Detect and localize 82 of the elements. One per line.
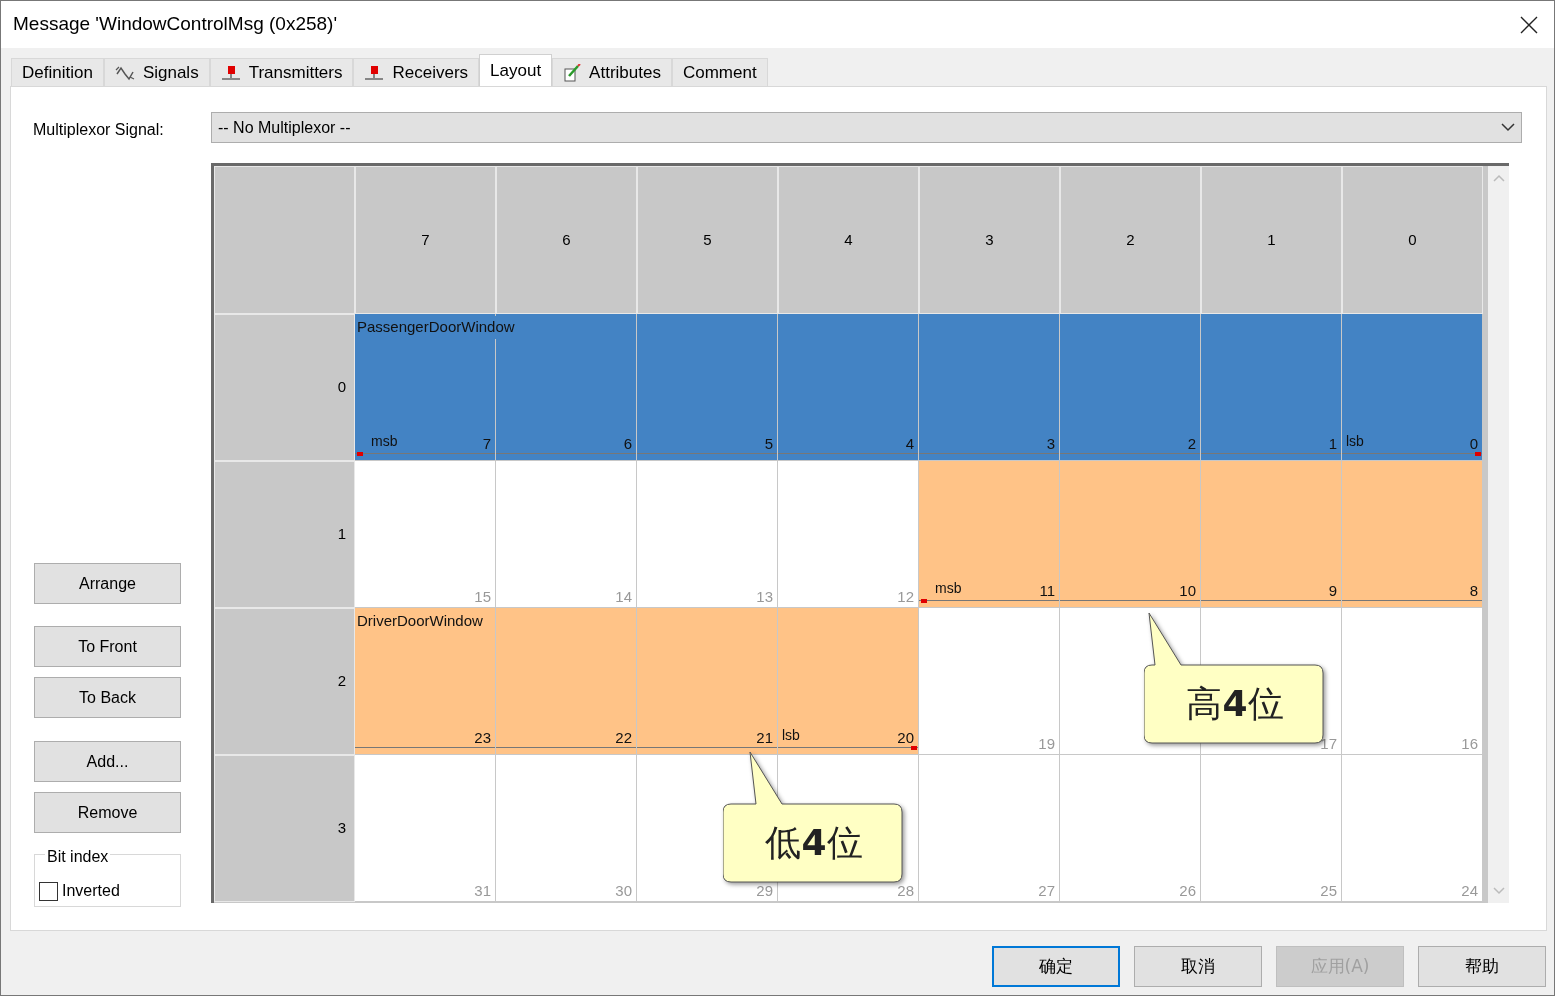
column-header: 6 bbox=[496, 166, 637, 314]
callout-text: 高4位 bbox=[1186, 682, 1284, 726]
tab[interactable]: Receivers bbox=[353, 58, 480, 86]
lsb-marker-icon bbox=[910, 745, 918, 751]
dialog-button[interactable]: 确定 bbox=[992, 946, 1120, 987]
dialog-button[interactable]: 取消 bbox=[1134, 946, 1262, 987]
bit-number: 27 bbox=[1038, 883, 1055, 898]
bit-number: 16 bbox=[1461, 736, 1478, 751]
msb-marker-icon bbox=[919, 598, 929, 604]
bit-number: 5 bbox=[764, 436, 773, 451]
scroll-up-icon[interactable] bbox=[1492, 174, 1505, 182]
bit-number: 17 bbox=[1320, 736, 1337, 751]
tab[interactable]: Attributes bbox=[552, 58, 672, 86]
bit-number: 3 bbox=[1046, 436, 1055, 451]
lsb-label: lsb bbox=[1346, 432, 1364, 451]
bit-number: 14 bbox=[615, 589, 632, 604]
side-button[interactable]: Remove bbox=[34, 792, 181, 833]
bit-number: 10 bbox=[1179, 583, 1196, 598]
lsb-marker-icon bbox=[1474, 451, 1482, 457]
bit-number: 24 bbox=[1461, 883, 1478, 898]
bit-number: 1 bbox=[1328, 436, 1337, 451]
callout-text: 低4位 bbox=[765, 821, 863, 865]
multiplexor-label: Multiplexor Signal: bbox=[33, 120, 164, 140]
column-header: 4 bbox=[778, 166, 919, 314]
bit-number: 6 bbox=[623, 436, 632, 451]
column-header: 2 bbox=[1060, 166, 1201, 314]
bit-number: 21 bbox=[756, 730, 773, 745]
lsb-label: lsb bbox=[782, 726, 800, 745]
row-header: 2 bbox=[214, 608, 355, 755]
bit-number: 25 bbox=[1320, 883, 1337, 898]
scroll-down-icon[interactable] bbox=[1492, 887, 1505, 895]
tab[interactable]: Transmitters bbox=[209, 58, 354, 86]
msb-label: msb bbox=[371, 432, 398, 451]
bit-number: 11 bbox=[1039, 583, 1055, 598]
scrollbar[interactable] bbox=[1488, 166, 1509, 903]
bit-number: 23 bbox=[474, 730, 491, 745]
bit-number: 30 bbox=[615, 883, 632, 898]
msb-marker-icon bbox=[355, 451, 365, 457]
node-icon bbox=[364, 64, 385, 81]
signal-name: PassengerDoorWindow bbox=[357, 316, 517, 339]
column-header: 1 bbox=[1201, 166, 1342, 314]
bit-number: 12 bbox=[897, 589, 914, 604]
side-button[interactable]: Add... bbox=[34, 741, 181, 782]
wave-icon bbox=[114, 64, 135, 81]
tab[interactable]: Comment bbox=[671, 58, 768, 86]
node-icon bbox=[220, 64, 241, 81]
close-icon[interactable] bbox=[1520, 15, 1538, 34]
tab[interactable]: Signals bbox=[103, 58, 210, 86]
bit-number: 15 bbox=[474, 589, 491, 604]
bit-number: 7 bbox=[482, 436, 491, 451]
bit-number: 26 bbox=[1179, 883, 1196, 898]
bit-number: 31 bbox=[474, 883, 491, 898]
bit-number: 2 bbox=[1187, 436, 1196, 451]
bit-number: 29 bbox=[756, 883, 773, 898]
column-header: 0 bbox=[1342, 166, 1483, 314]
bit-number: 4 bbox=[905, 436, 914, 451]
chevron-down-icon bbox=[1501, 123, 1515, 132]
column-header: 3 bbox=[919, 166, 1060, 314]
column-header: 5 bbox=[637, 166, 778, 314]
bit-number: 20 bbox=[897, 730, 914, 745]
side-button[interactable]: Arrange bbox=[34, 563, 181, 604]
inverted-checkbox[interactable]: Inverted bbox=[39, 879, 120, 903]
row-header: 0 bbox=[214, 314, 355, 461]
column-header: 7 bbox=[355, 166, 496, 314]
tab[interactable]: Layout bbox=[479, 54, 553, 86]
bit-number: 8 bbox=[1469, 583, 1478, 598]
bit-number: 0 bbox=[1469, 436, 1478, 451]
multiplexor-dropdown[interactable]: -- No Multiplexor -- bbox=[211, 112, 1522, 143]
bit-number: 22 bbox=[615, 730, 632, 745]
dialog-button[interactable]: 帮助 bbox=[1418, 946, 1546, 987]
pencil-icon bbox=[563, 63, 582, 82]
bit-number: 28 bbox=[897, 883, 914, 898]
row-header: 3 bbox=[214, 755, 355, 902]
bit-number: 9 bbox=[1328, 583, 1337, 598]
row-header: 1 bbox=[214, 461, 355, 608]
window-title: Message 'WindowControlMsg (0x258)' bbox=[13, 12, 338, 37]
side-button[interactable]: To Back bbox=[34, 677, 181, 718]
side-button[interactable]: To Front bbox=[34, 626, 181, 667]
bit-number: 13 bbox=[756, 589, 773, 604]
msb-label: msb bbox=[935, 579, 962, 598]
bit-number: 19 bbox=[1038, 736, 1055, 751]
tab[interactable]: Definition bbox=[11, 58, 104, 86]
